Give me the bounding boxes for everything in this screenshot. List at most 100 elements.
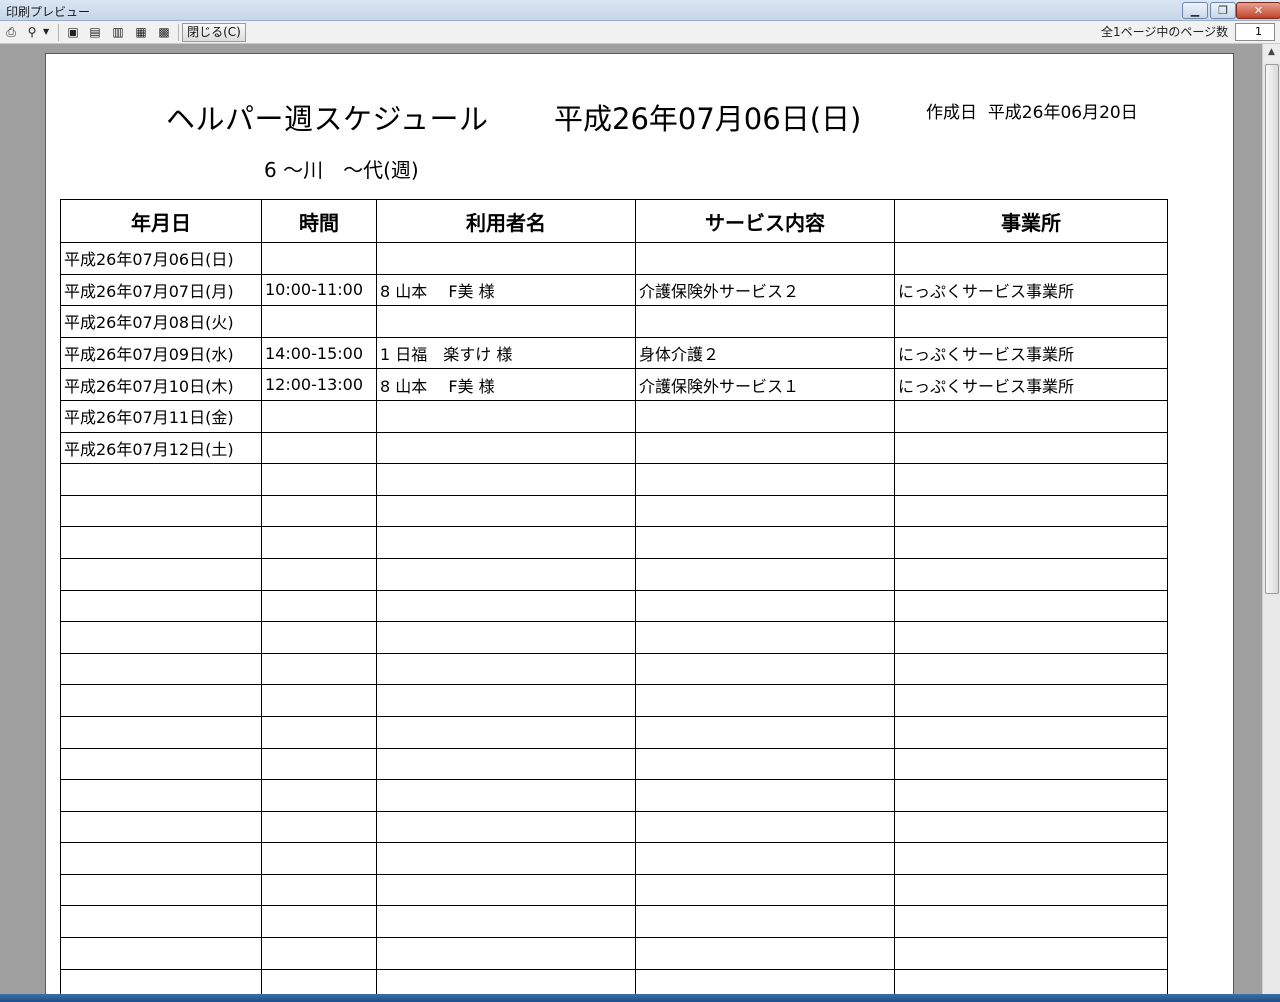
toolbar-separator: [178, 24, 179, 41]
table-cell: [376, 494, 636, 528]
schedule-table: 年月日 時間 利用者名 サービス内容 事業所 平成26年07月06日(日) 平成2…: [60, 199, 1168, 1002]
table-cell: [894, 557, 1168, 591]
two-page-icon[interactable]: ▤: [86, 23, 104, 41]
table-cell: [60, 715, 262, 749]
table-row: [60, 937, 1168, 970]
table-cell: [261, 810, 377, 844]
table-row: [60, 621, 1168, 654]
table-cell: 12:00-13:00: [261, 368, 377, 401]
page-number-input[interactable]: 1: [1235, 23, 1275, 41]
table-cell: 介護保険外サービス１: [635, 368, 895, 401]
table-cell: [261, 747, 377, 781]
four-page-icon[interactable]: ▦: [132, 23, 150, 41]
table-cell: [894, 937, 1168, 970]
close-preview-button[interactable]: 閉じる(C): [182, 23, 246, 42]
print-icon[interactable]: ⎙: [2, 23, 20, 41]
window-title: 印刷プレビュー: [6, 5, 91, 19]
table-row: [60, 842, 1168, 875]
document-subtitle: 6 ～川 ～代(週): [264, 158, 419, 182]
print-page: ヘルパー週スケジュール 平成26年07月06日(日) 作成日 平成26年06月2…: [45, 53, 1234, 1002]
table-cell: [60, 621, 262, 654]
table-cell: [261, 684, 377, 717]
table-cell: [261, 779, 377, 812]
table-cell: [635, 399, 895, 433]
table-cell: [894, 463, 1168, 496]
table-cell: [261, 494, 377, 528]
maximize-button[interactable]: ❐: [1210, 2, 1236, 19]
table-cell: [261, 431, 377, 465]
table-cell: [261, 621, 377, 654]
table-cell: [60, 652, 262, 686]
table-cell: [376, 715, 636, 749]
table-row: [60, 873, 1168, 907]
table-row: [60, 463, 1168, 496]
table-cell: [261, 399, 377, 433]
table-cell: [635, 526, 895, 559]
table-cell: [60, 557, 262, 591]
table-cell: [261, 526, 377, 559]
zoom-icon[interactable]: ⚲: [23, 23, 41, 41]
created-label: 作成日: [926, 103, 977, 123]
table-cell: [376, 557, 636, 591]
zoom-dropdown-icon[interactable]: ▼: [43, 23, 49, 41]
table-cell: [635, 242, 895, 275]
table-row: [60, 905, 1168, 939]
table-cell: [376, 621, 636, 654]
table-cell: [635, 621, 895, 654]
table-cell: [635, 684, 895, 717]
table-cell: [60, 494, 262, 528]
table-cell: [60, 873, 262, 907]
table-row: [60, 715, 1168, 749]
table-cell: 平成26年07月08日(火): [60, 305, 262, 338]
document-date: 平成26年07月06日(日): [554, 102, 862, 136]
table-cell: [894, 431, 1168, 465]
table-cell: 平成26年07月11日(金): [60, 399, 262, 433]
scroll-up-icon[interactable]: ▲: [1263, 44, 1280, 61]
close-window-button[interactable]: ✕: [1236, 2, 1280, 19]
table-cell: [376, 873, 636, 907]
table-row: 平成26年07月10日(木) 12:00-13:00 8 山本 F美 様介護保険外サ…: [60, 368, 1168, 401]
table-cell: [635, 715, 895, 749]
scrollbar-thumb[interactable]: [1265, 64, 1279, 594]
table-cell: [635, 494, 895, 528]
table-cell: 8 山本 F美 様: [376, 368, 636, 401]
table-cell: [635, 431, 895, 465]
table-cell: [60, 684, 262, 717]
table-cell: [894, 305, 1168, 338]
table-header-row: 年月日 時間 利用者名 サービス内容 事業所: [60, 199, 1168, 243]
table-cell: [635, 905, 895, 939]
table-cell: [635, 810, 895, 844]
table-cell: 介護保険外サービス２: [635, 273, 895, 307]
table-cell: 身体介護２: [635, 336, 895, 370]
column-header: サービス内容: [635, 199, 895, 243]
table-cell: [635, 589, 895, 623]
table-row: [60, 526, 1168, 559]
table-cell: [261, 242, 377, 275]
table-cell: にっぷくサービス事業所: [894, 368, 1168, 401]
table-cell: 8 山本 F美 様: [376, 273, 636, 307]
table-row: 平成26年07月06日(日): [60, 242, 1168, 275]
table-cell: [894, 873, 1168, 907]
table-cell: [376, 779, 636, 812]
one-page-icon[interactable]: ▣: [64, 23, 82, 41]
table-cell: [376, 652, 636, 686]
table-cell: [376, 242, 636, 275]
table-cell: [60, 810, 262, 844]
table-cell: [60, 937, 262, 970]
table-row: [60, 747, 1168, 781]
table-cell: [376, 526, 636, 559]
table-cell: にっぷくサービス事業所: [894, 273, 1168, 307]
table-cell: [894, 779, 1168, 812]
table-cell: [376, 431, 636, 465]
table-cell: にっぷくサービス事業所: [894, 336, 1168, 370]
table-row: [60, 557, 1168, 591]
minimize-button[interactable]: ▁: [1182, 2, 1208, 19]
three-page-icon[interactable]: ▥: [109, 23, 127, 41]
table-cell: [261, 873, 377, 907]
vertical-scrollbar[interactable]: ▲: [1262, 44, 1280, 994]
table-cell: [635, 305, 895, 338]
six-page-icon[interactable]: ▩: [155, 23, 173, 41]
table-cell: [894, 242, 1168, 275]
table-cell: [894, 842, 1168, 875]
table-row: [60, 810, 1168, 844]
